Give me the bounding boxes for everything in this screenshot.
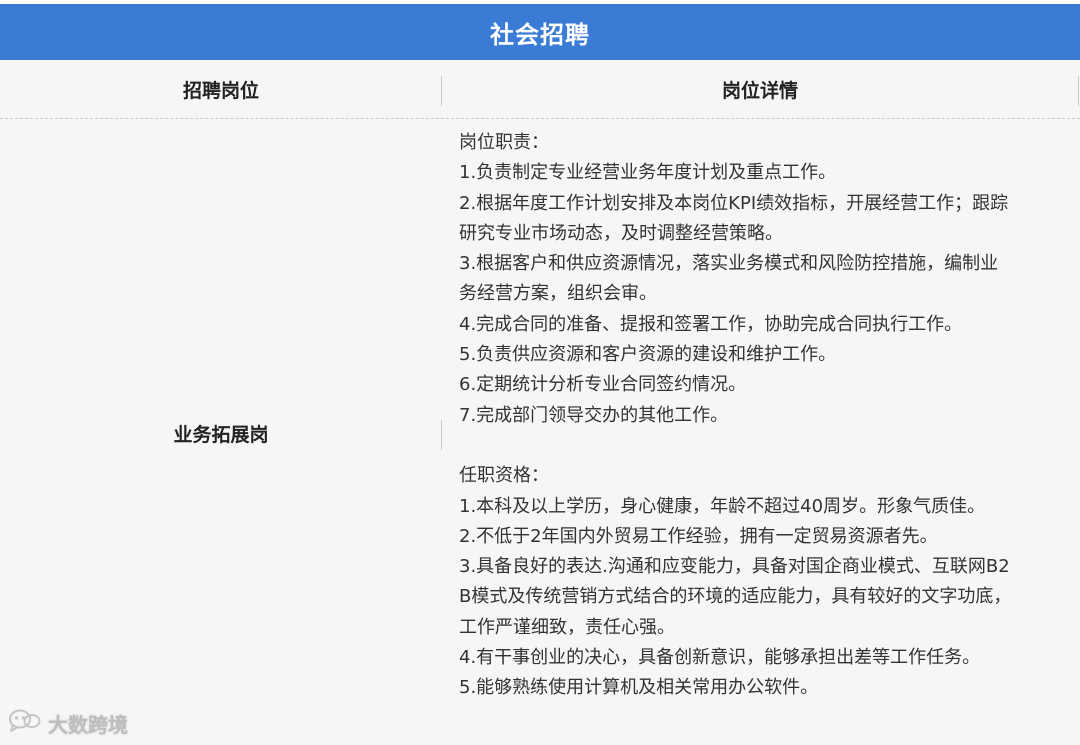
list-item: 5.负责供应资源和客户资源的建设和维护工作。 bbox=[459, 344, 837, 366]
position-name: 业务拓展岗 bbox=[173, 424, 269, 446]
list-item: 7.完成部门领导交办的其他工作。 bbox=[459, 404, 729, 426]
row-divider bbox=[441, 420, 442, 450]
list-item: 6.定期统计分析专业合同签约情况。 bbox=[459, 374, 747, 396]
details-cell: 岗位职责： 1.负责制定专业经营业务年度计划及重点工作。 2.根据年度工作计划安… bbox=[459, 128, 1079, 704]
list-item: 3.具备良好的表达.沟通和应变能力，具备对国企商业模式、互联网B2 bbox=[459, 556, 1010, 578]
list-item: 5.能够熟练使用计算机及相关常用办公软件。 bbox=[459, 677, 819, 699]
qualifications-heading: 任职资格： bbox=[459, 465, 549, 487]
header-right-divider bbox=[1078, 76, 1079, 106]
responsibilities-heading: 岗位职责： bbox=[459, 132, 549, 153]
list-item: B模式及传统营销方式结合的环境的适应能力，具有较好的文字功底， bbox=[459, 586, 1012, 608]
list-item: 2.根据年度工作计划安排及本岗位KPI绩效指标，开展经营工作；跟踪 bbox=[459, 192, 1009, 214]
list-item: 2.不低于2年国内外贸易工作经验，拥有一定贸易资源者先。 bbox=[459, 525, 938, 547]
qualifications-list: 1.本科及以上学历，身心健康，年龄不超过40周岁。形象气质佳。 2.不低于2年国… bbox=[459, 492, 1079, 704]
responsibilities-list: 1.负责制定专业经营业务年度计划及重点工作。 2.根据年度工作计划安排及本岗位K… bbox=[459, 158, 1079, 431]
header-details: 岗位详情 bbox=[721, 79, 798, 102]
position-cell: 业务拓展岗 bbox=[0, 119, 442, 745]
list-item: 研究专业市场动态，及时调整经营策略。 bbox=[459, 222, 783, 244]
header-position: 招聘岗位 bbox=[182, 79, 259, 102]
recruitment-table: 招聘岗位 岗位详情 业务拓展岗 岗位职责： 1.负责制定专业经营业务年度计划及重… bbox=[0, 60, 1080, 745]
list-item: 1.本科及以上学历，身心健康，年龄不超过40周岁。形象气质佳。 bbox=[459, 495, 986, 517]
section-banner: 社会招聘 bbox=[0, 4, 1080, 60]
list-item: 3.根据客户和供应资源情况，落实业务模式和风险防控措施，编制业 bbox=[459, 253, 999, 275]
wechat-logo-icon bbox=[8, 708, 42, 739]
list-item: 4.有干事创业的决心，具备创新意识，能够承担出差等工作任务。 bbox=[459, 647, 981, 669]
watermark-text: 大数跨境 bbox=[48, 713, 128, 737]
list-item: 4.完成合同的准备、提报和签署工作，协助完成合同执行工作。 bbox=[459, 313, 963, 335]
list-item: 1.负责制定专业经营业务年度计划及重点工作。 bbox=[459, 162, 837, 184]
list-item: 工作严谨细致，责任心强。 bbox=[459, 616, 675, 638]
watermark: 大数跨境 bbox=[8, 708, 128, 739]
section-title: 社会招聘 bbox=[490, 20, 590, 49]
table-header-row: 招聘岗位 岗位详情 bbox=[0, 60, 1080, 119]
list-item: 务经营方案，组织会审。 bbox=[459, 283, 657, 305]
